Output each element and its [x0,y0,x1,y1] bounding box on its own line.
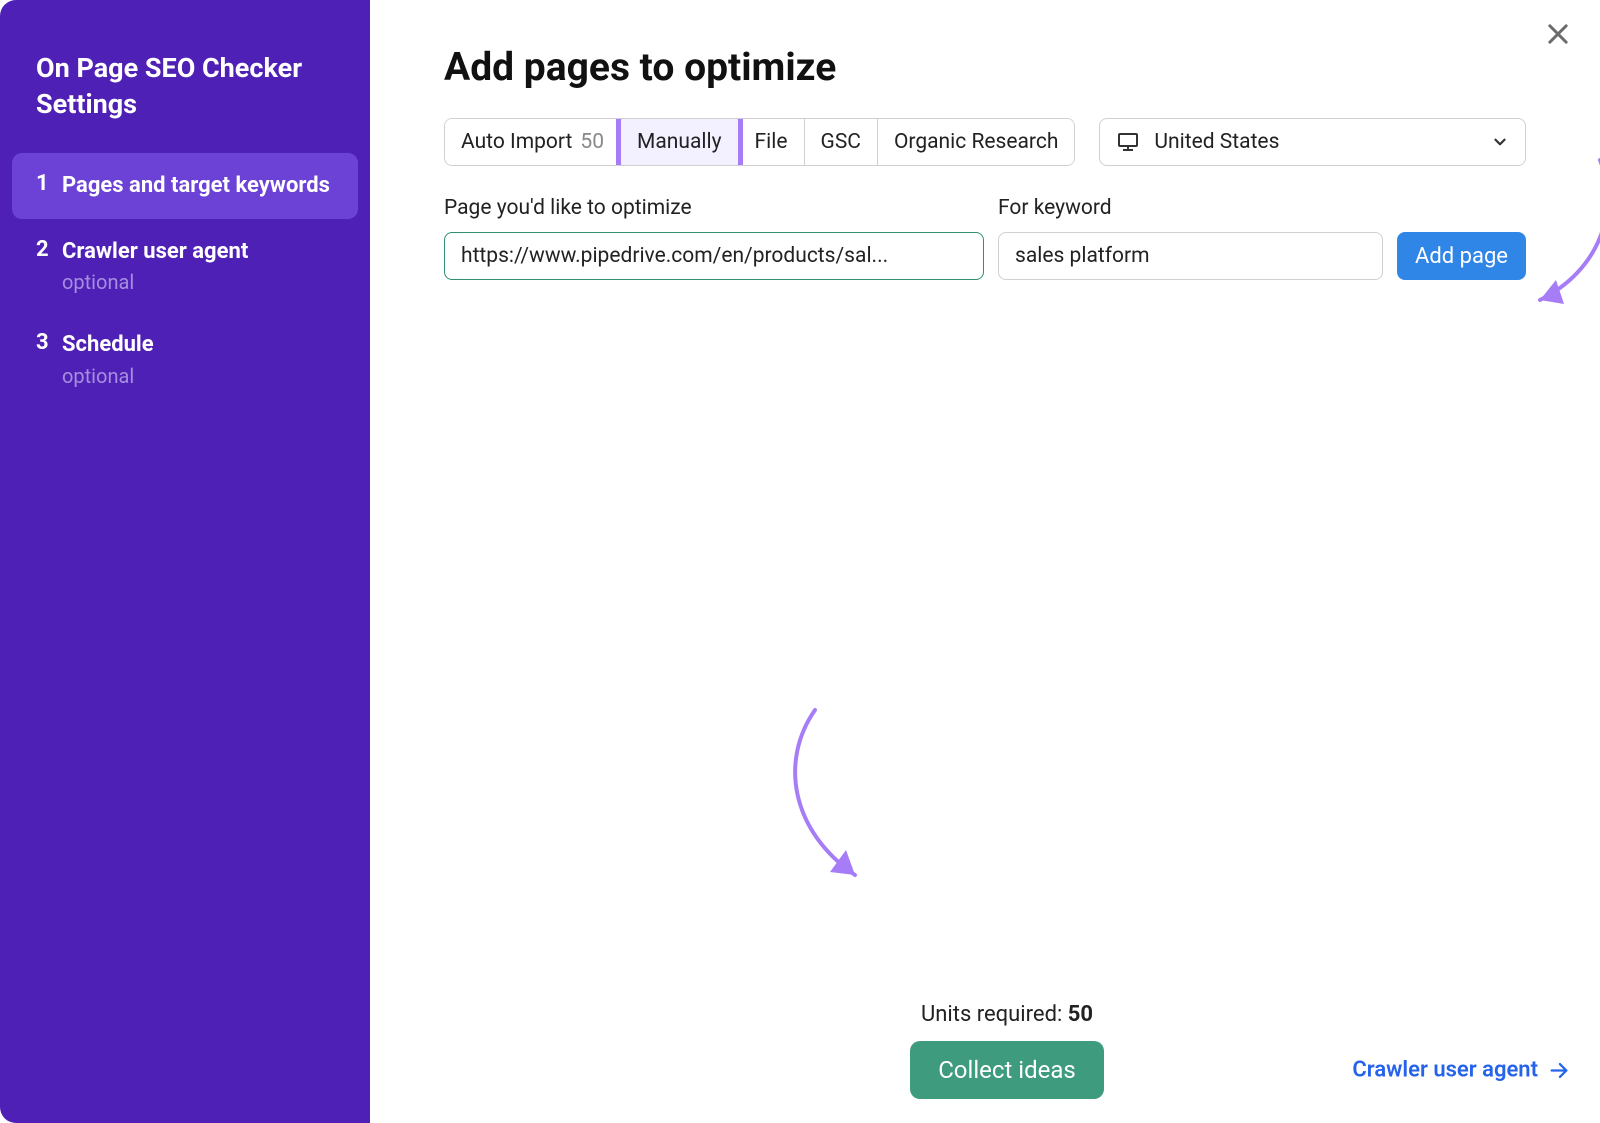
controls-row: Auto Import 50 Manually File GSC Organic… [444,118,1526,166]
import-tabs: Auto Import 50 Manually File GSC Organic… [444,118,1075,166]
footer: Units required: 50 Collect ideas Crawler… [444,1002,1570,1099]
keyword-field: For keyword [998,196,1383,280]
tab-label: Organic Research [894,130,1058,154]
tab-label: Auto Import [461,130,572,154]
tab-file[interactable]: File [739,119,805,165]
chevron-down-icon [1491,133,1509,151]
tab-auto-import[interactable]: Auto Import 50 [445,119,621,165]
step-label: Crawler user agent [62,237,248,267]
page-url-field: Page you'd like to optimize [444,196,984,280]
form-row: Page you'd like to optimize For keyword … [444,196,1526,280]
main-content: Add pages to optimize Auto Import 50 Man… [370,0,1600,1123]
step-number: 3 [36,330,62,355]
units-value: 50 [1068,1002,1093,1027]
step-optional: optional [62,270,248,294]
units-required: Units required: 50 [444,1002,1570,1027]
sidebar: On Page SEO Checker Settings 1 Pages and… [0,0,370,1123]
sidebar-title: On Page SEO Checker Settings [12,50,358,153]
collect-ideas-button[interactable]: Collect ideas [910,1041,1104,1099]
sidebar-step-schedule[interactable]: 3 Schedule optional [12,312,358,406]
tab-label: GSC [821,130,861,154]
close-icon [1544,20,1572,48]
page-title: Add pages to optimize [444,44,1526,90]
tab-count: 50 [580,130,604,154]
keyword-label: For keyword [998,196,1383,220]
tab-organic-research[interactable]: Organic Research [878,119,1074,165]
step-label: Schedule [62,330,154,360]
tab-manually[interactable]: Manually [621,119,739,165]
tab-label: File [755,130,788,154]
next-step-label: Crawler user agent [1352,1058,1538,1083]
step-number: 2 [36,237,62,262]
step-number: 1 [36,171,62,196]
country-select[interactable]: United States [1099,118,1526,166]
page-url-label: Page you'd like to optimize [444,196,984,220]
close-button[interactable] [1536,12,1580,56]
page-url-input[interactable] [444,232,984,280]
step-optional: optional [62,364,154,388]
sidebar-step-pages-keywords[interactable]: 1 Pages and target keywords [12,153,358,219]
add-page-button[interactable]: Add page [1397,232,1526,280]
annotation-arrow-icon [760,700,890,900]
sidebar-step-crawler-user-agent[interactable]: 2 Crawler user agent optional [12,219,358,313]
footer-actions: Collect ideas Crawler user agent [444,1041,1570,1099]
next-step-link[interactable]: Crawler user agent [1352,1058,1570,1083]
step-label: Pages and target keywords [62,171,330,201]
desktop-icon [1116,130,1140,154]
country-label: United States [1154,130,1279,154]
keyword-input[interactable] [998,232,1383,280]
tab-label: Manually [637,130,722,154]
units-label: Units required: [921,1002,1068,1027]
arrow-right-icon [1548,1059,1570,1081]
tab-gsc[interactable]: GSC [805,119,878,165]
